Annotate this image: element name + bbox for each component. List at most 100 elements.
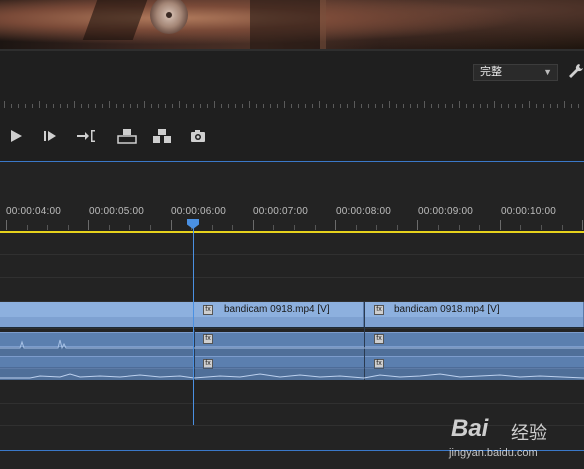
ruler-tick: [88, 104, 89, 108]
video-track-v3[interactable]: [0, 233, 584, 255]
timeline-tick: [253, 220, 254, 230]
ruler-tick: [529, 101, 530, 108]
export-frame-icon[interactable]: [189, 128, 209, 144]
watermark-url: jingyan.baidu.com: [449, 447, 538, 459]
ruler-tick: [368, 104, 369, 108]
ruler-tick: [557, 104, 558, 108]
playback-resolution-select[interactable]: 完整 ▼: [473, 64, 558, 81]
ruler-tick: [333, 104, 334, 108]
ruler-tick: [340, 104, 341, 108]
ruler-tick: [123, 104, 124, 108]
disc-object: [150, 0, 188, 34]
timeline-tick: [129, 225, 130, 230]
ruler-tick: [109, 101, 110, 108]
timecode-label: 00:00:10:00: [501, 206, 557, 217]
ruler-tick: [564, 101, 565, 108]
program-monitor-video: [0, 0, 584, 49]
timeline-tick: [520, 225, 521, 230]
ruler-tick: [158, 104, 159, 108]
ruler-tick: [403, 104, 404, 108]
wrench-icon[interactable]: [568, 63, 584, 81]
timecode-label: 00:00:06:00: [171, 206, 227, 217]
monitor-time-ruler[interactable]: [0, 96, 584, 108]
ruler-tick: [438, 104, 439, 108]
ruler-tick: [4, 101, 5, 108]
ruler-tick: [375, 104, 376, 108]
ruler-tick: [46, 104, 47, 108]
ruler-tick: [459, 101, 460, 108]
ruler-tick: [32, 104, 33, 108]
timeline-tick: [212, 225, 213, 230]
ruler-tick: [249, 101, 250, 108]
watermark-product: 经验: [511, 423, 547, 443]
ruler-tick: [74, 101, 75, 108]
ruler-tick: [102, 104, 103, 108]
timeline-tick: [438, 225, 439, 230]
timeline-tick: [315, 225, 316, 230]
ruler-tick: [179, 101, 180, 108]
ruler-tick: [312, 104, 313, 108]
ruler-tick: [319, 101, 320, 108]
step-forward-icon[interactable]: [42, 128, 62, 144]
timeline-tick: [376, 225, 377, 230]
ruler-tick: [396, 104, 397, 108]
go-to-out-icon[interactable]: [76, 128, 96, 144]
ruler-tick: [263, 104, 264, 108]
ruler-tick: [578, 104, 579, 108]
playback-resolution-value: 完整: [480, 66, 502, 78]
ruler-tick: [242, 104, 243, 108]
ruler-tick: [25, 104, 26, 108]
play-icon[interactable]: [8, 128, 28, 144]
ruler-tick: [60, 104, 61, 108]
ruler-tick: [424, 101, 425, 108]
ruler-tick: [431, 104, 432, 108]
lift-icon[interactable]: [117, 128, 137, 144]
ruler-tick: [151, 104, 152, 108]
timeline-tick: [273, 225, 274, 230]
clip-label: bandicam 0918.mp4 [V]: [394, 304, 500, 315]
video-clip[interactable]: [0, 302, 194, 327]
video-clip[interactable]: fx bandicam 0918.mp4 [V]: [194, 302, 364, 327]
ruler-tick: [193, 104, 194, 108]
ruler-tick: [543, 104, 544, 108]
ruler-tick: [494, 101, 495, 108]
ruler-tick: [550, 104, 551, 108]
ruler-tick: [228, 104, 229, 108]
ruler-tick: [214, 101, 215, 108]
ruler-tick: [522, 104, 523, 108]
playhead-line[interactable]: [193, 225, 194, 425]
clip-header: [0, 302, 193, 317]
ruler-tick: [473, 104, 474, 108]
ruler-tick: [571, 104, 572, 108]
ruler-tick: [116, 104, 117, 108]
video-track-v2[interactable]: [0, 255, 584, 278]
extract-icon[interactable]: [152, 128, 172, 144]
ruler-tick: [382, 104, 383, 108]
ruler-tick: [389, 101, 390, 108]
timecode-label: 00:00:04:00: [6, 206, 62, 217]
ruler-tick: [67, 104, 68, 108]
audio-waveform: [0, 339, 584, 379]
timeline-tick: [68, 225, 69, 230]
ruler-tick: [361, 104, 362, 108]
watermark-brand: Bai: [451, 415, 489, 442]
timeline-tick: [541, 225, 542, 230]
timeline-tick: [397, 225, 398, 230]
ruler-tick: [186, 104, 187, 108]
timeline-tick: [109, 225, 110, 230]
timeline-tick: [459, 225, 460, 230]
video-track-empty[interactable]: [0, 278, 584, 302]
ruler-tick: [53, 104, 54, 108]
ruler-tick: [165, 104, 166, 108]
ruler-tick: [270, 104, 271, 108]
video-clip[interactable]: fx bandicam 0918.mp4 [V]: [364, 302, 584, 327]
ruler-tick: [137, 104, 138, 108]
timeline-tick: [232, 225, 233, 230]
audio-track-empty[interactable]: [0, 380, 584, 404]
timeline-tick: [47, 225, 48, 230]
timeline-tick: [500, 220, 501, 230]
ruler-tick: [256, 104, 257, 108]
ruler-tick: [298, 104, 299, 108]
ruler-tick: [305, 104, 306, 108]
timecode-label: 00:00:07:00: [253, 206, 309, 217]
